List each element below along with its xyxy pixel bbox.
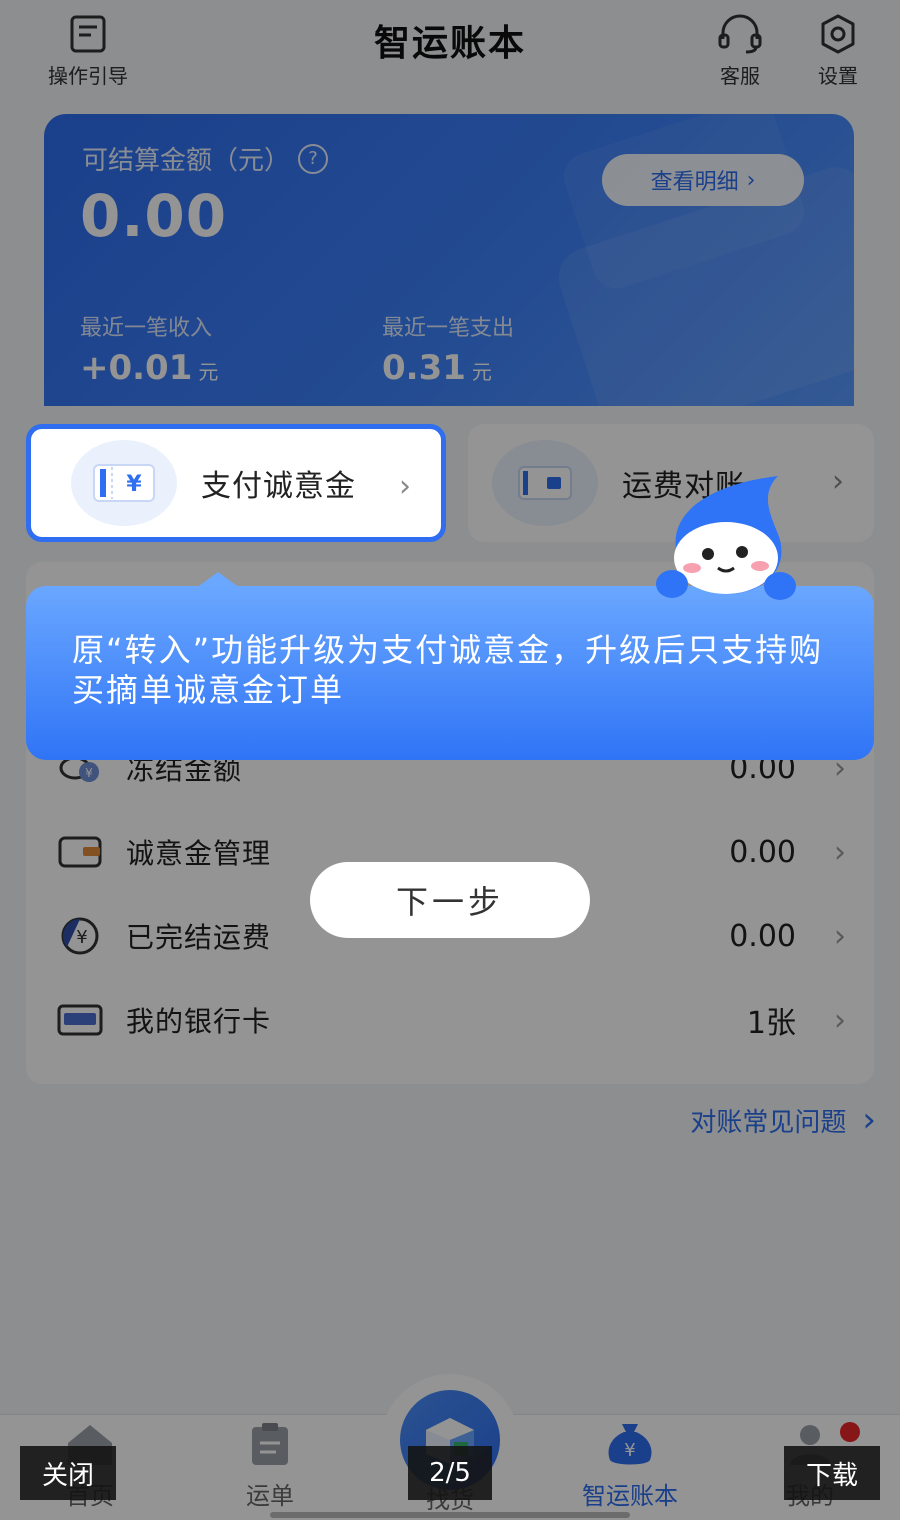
guide-overlay-mask[interactable] [0, 0, 900, 1520]
viewer-page-counter: 2/5 [408, 1446, 492, 1500]
account-book-page: 操作引导 智运账本 客服 设置 可结算金额（元） ? 0.00 查看明细 › 最… [0, 0, 900, 1520]
guide-tooltip: 原“转入”功能升级为支付诚意金，升级后只支持购买摘单诚意金订单 [26, 586, 874, 760]
guide-tooltip-text: 原“转入”功能升级为支付诚意金，升级后只支持购买摘单诚意金订单 [72, 631, 824, 709]
pay-deposit-button[interactable]: ¥ 支付诚意金 › [26, 424, 446, 542]
svg-text:¥: ¥ [126, 472, 142, 497]
next-step-button[interactable]: 下一步 [310, 862, 590, 938]
mascot-icon [650, 474, 810, 604]
viewer-download-button[interactable]: 下载 [784, 1446, 880, 1500]
viewer-close-button[interactable]: 关闭 [20, 1446, 116, 1500]
deposit-ticket-icon: ¥ [71, 440, 177, 526]
chevron-right-icon: › [399, 469, 411, 504]
